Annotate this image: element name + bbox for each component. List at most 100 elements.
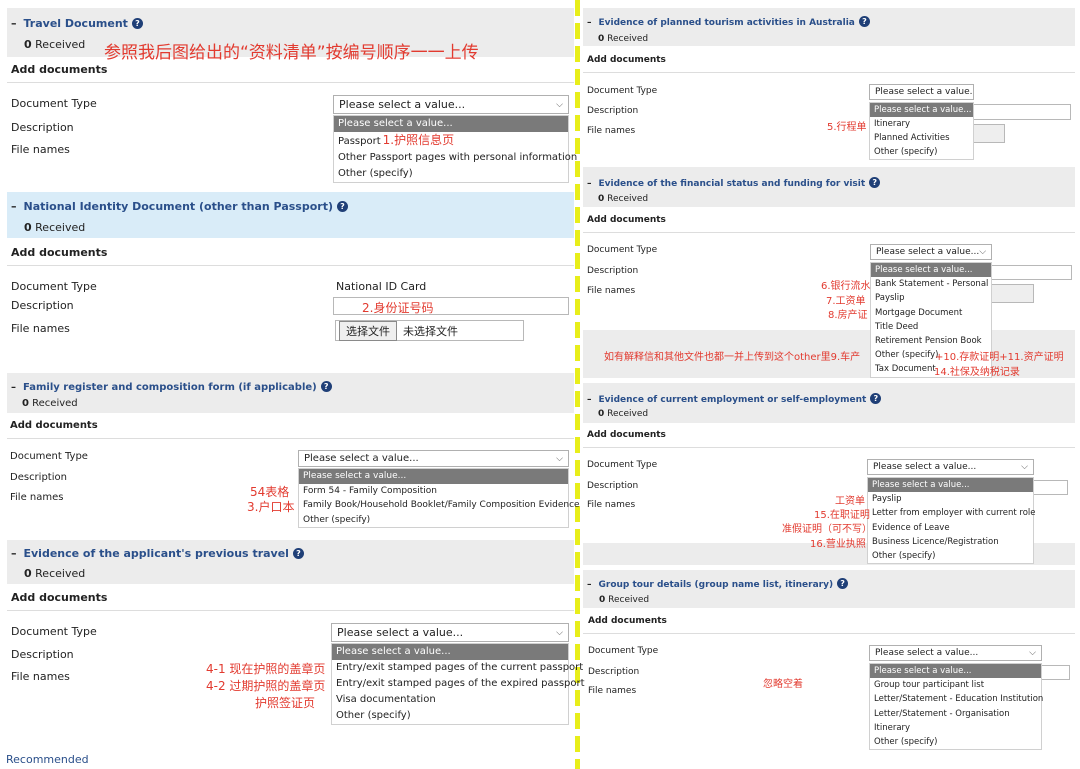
file-upload-field[interactable]: 选择文件 未选择文件: [335, 320, 524, 341]
dropdown-option[interactable]: Evidence of Leave: [868, 521, 1033, 535]
help-icon[interactable]: ?: [870, 393, 882, 404]
description-input[interactable]: [1032, 480, 1068, 495]
yellow-divider: [575, 0, 580, 769]
travel-document-title[interactable]: – Travel Document?: [11, 17, 143, 30]
dropdown-option[interactable]: Entry/exit stamped pages of the current …: [332, 660, 583, 676]
document-type-dropdown: Please select a value... Group tour part…: [869, 663, 1043, 751]
description-input[interactable]: [990, 265, 1072, 280]
received-count: 0 Received: [598, 409, 649, 419]
annotation-note: 准假证明（可不写）: [782, 524, 872, 535]
document-type-value: National ID Card: [336, 280, 427, 293]
annotation-note: 忽略空着: [763, 679, 803, 690]
received-count: 0 Received: [24, 221, 86, 234]
document-type-select[interactable]: Please select a value...⌵: [331, 623, 569, 642]
document-type-select[interactable]: Please select a value...⌵: [298, 450, 569, 467]
help-icon[interactable]: ?: [320, 381, 332, 392]
description-label: Description: [11, 648, 74, 661]
document-type-select[interactable]: Please select a value...⌵: [333, 95, 569, 114]
no-file-label: 未选择文件: [403, 324, 458, 338]
dropdown-option[interactable]: Please select a value...: [334, 116, 568, 132]
dropdown-option[interactable]: Please select a value...: [299, 469, 568, 484]
file-names-label: File names: [11, 143, 70, 156]
help-icon[interactable]: ?: [336, 201, 348, 212]
national-id-header: [7, 192, 574, 238]
dropdown-option[interactable]: Title Deed: [871, 320, 991, 334]
financial-title[interactable]: – Evidence of the financial status and fu…: [587, 177, 881, 189]
file-names-label: File names: [587, 286, 636, 296]
divider-line: [7, 82, 574, 83]
description-label: Description: [10, 472, 67, 483]
dropdown-option[interactable]: Other (specify): [870, 145, 973, 159]
file-names-field[interactable]: [973, 124, 1005, 143]
document-type-select[interactable]: Please select a value...⌵: [869, 645, 1042, 661]
group-tour-title[interactable]: – Group tour details (group name list, it…: [587, 578, 849, 590]
help-icon[interactable]: ?: [292, 548, 304, 559]
dropdown-option[interactable]: Passport 1.护照信息页: [334, 132, 568, 150]
collapse-icon[interactable]: –: [587, 395, 592, 405]
dropdown-option[interactable]: Please select a value...: [870, 103, 973, 117]
dropdown-option[interactable]: Planned Activities: [870, 131, 973, 145]
dropdown-option[interactable]: Business Licence/Registration: [868, 535, 1033, 549]
dropdown-option[interactable]: Retirement Pension Book: [871, 334, 991, 348]
annotation-note: +10.存款证明+11.资产证明: [935, 352, 1064, 363]
annotation-note: 14.社保及纳税记录: [934, 367, 1020, 378]
recommended-link[interactable]: Recommended: [6, 753, 89, 766]
collapse-icon[interactable]: –: [11, 382, 16, 393]
previous-travel-title[interactable]: – Evidence of the applicant's previous tr…: [11, 547, 304, 560]
dropdown-option[interactable]: Visa documentation: [332, 692, 568, 708]
annotation-note: 15.在职证明: [814, 510, 870, 521]
description-input[interactable]: [1040, 665, 1070, 680]
dropdown-option[interactable]: Other (specify): [870, 735, 1041, 749]
help-icon[interactable]: ?: [837, 578, 849, 589]
choose-file-button[interactable]: 选择文件: [339, 320, 397, 341]
dropdown-option[interactable]: Letter/Statement - Organisation: [870, 707, 1041, 721]
collapse-icon[interactable]: –: [11, 17, 17, 30]
employment-title[interactable]: – Evidence of current employment or self-…: [587, 393, 882, 405]
tourism-title[interactable]: – Evidence of planned tourism activities …: [587, 16, 870, 28]
dropdown-option[interactable]: Letter/Statement - Education Institution: [870, 692, 1043, 706]
dropdown-option[interactable]: Other (specify): [334, 166, 568, 182]
help-icon[interactable]: ?: [869, 177, 881, 188]
document-type-select[interactable]: Please select a value...⌵: [869, 84, 974, 100]
document-type-dropdown: Please select a value... Entry/exit stam…: [331, 643, 585, 725]
dropdown-option[interactable]: Payslip: [871, 291, 991, 305]
received-count: 0 Received: [598, 194, 649, 204]
dropdown-option[interactable]: Family Book/Household Booklet/Family Com…: [299, 498, 580, 513]
dropdown-option[interactable]: Please select a value...: [871, 263, 991, 278]
dropdown-option[interactable]: Itinerary: [870, 721, 1041, 735]
dropdown-option[interactable]: Payslip: [868, 492, 1033, 506]
document-type-label: Document Type: [587, 460, 658, 470]
help-icon[interactable]: ?: [131, 18, 143, 29]
dropdown-option[interactable]: Please select a value...: [868, 478, 1033, 493]
dropdown-option[interactable]: Letter from employer with current role: [868, 506, 1036, 520]
dropdown-option[interactable]: Other (specify): [299, 513, 568, 528]
collapse-icon[interactable]: –: [11, 547, 17, 560]
dropdown-option[interactable]: Itinerary: [870, 117, 973, 131]
document-type-select[interactable]: Please select a value...⌵: [867, 459, 1034, 475]
collapse-icon[interactable]: –: [587, 580, 592, 590]
description-input[interactable]: [973, 104, 1071, 120]
dropdown-option[interactable]: Please select a value...: [870, 664, 1041, 679]
dropdown-option[interactable]: Form 54 - Family Composition: [299, 484, 568, 499]
dropdown-option[interactable]: Group tour participant list: [870, 678, 1041, 692]
document-type-select[interactable]: Please select a value...⌵: [870, 244, 992, 260]
help-icon[interactable]: ?: [858, 16, 870, 27]
collapse-icon[interactable]: –: [587, 18, 592, 28]
file-names-field[interactable]: [990, 284, 1034, 303]
divider-line: [583, 72, 1075, 73]
document-type-dropdown: Please select a value... Itinerary Plann…: [869, 102, 974, 160]
dropdown-option[interactable]: Other (specify): [332, 708, 568, 724]
dropdown-option[interactable]: Bank Statement - Personal: [871, 277, 991, 291]
family-register-title[interactable]: – Family register and composition form (i…: [11, 381, 332, 393]
annotation-note: 2.身份证号码: [362, 301, 434, 315]
chevron-down-icon: ⌵: [556, 627, 563, 638]
document-type-label: Document Type: [587, 86, 658, 96]
collapse-icon[interactable]: –: [587, 179, 592, 189]
collapse-icon[interactable]: –: [11, 200, 17, 213]
dropdown-option[interactable]: Please select a value...: [332, 644, 568, 660]
dropdown-option[interactable]: Entry/exit stamped pages of the expired …: [332, 676, 585, 692]
national-id-title[interactable]: – National Identity Document (other than …: [11, 200, 348, 213]
dropdown-option[interactable]: Other Passport pages with personal infor…: [334, 150, 577, 166]
dropdown-option[interactable]: Mortgage Document: [871, 306, 991, 320]
dropdown-option[interactable]: Other (specify): [868, 549, 1033, 563]
